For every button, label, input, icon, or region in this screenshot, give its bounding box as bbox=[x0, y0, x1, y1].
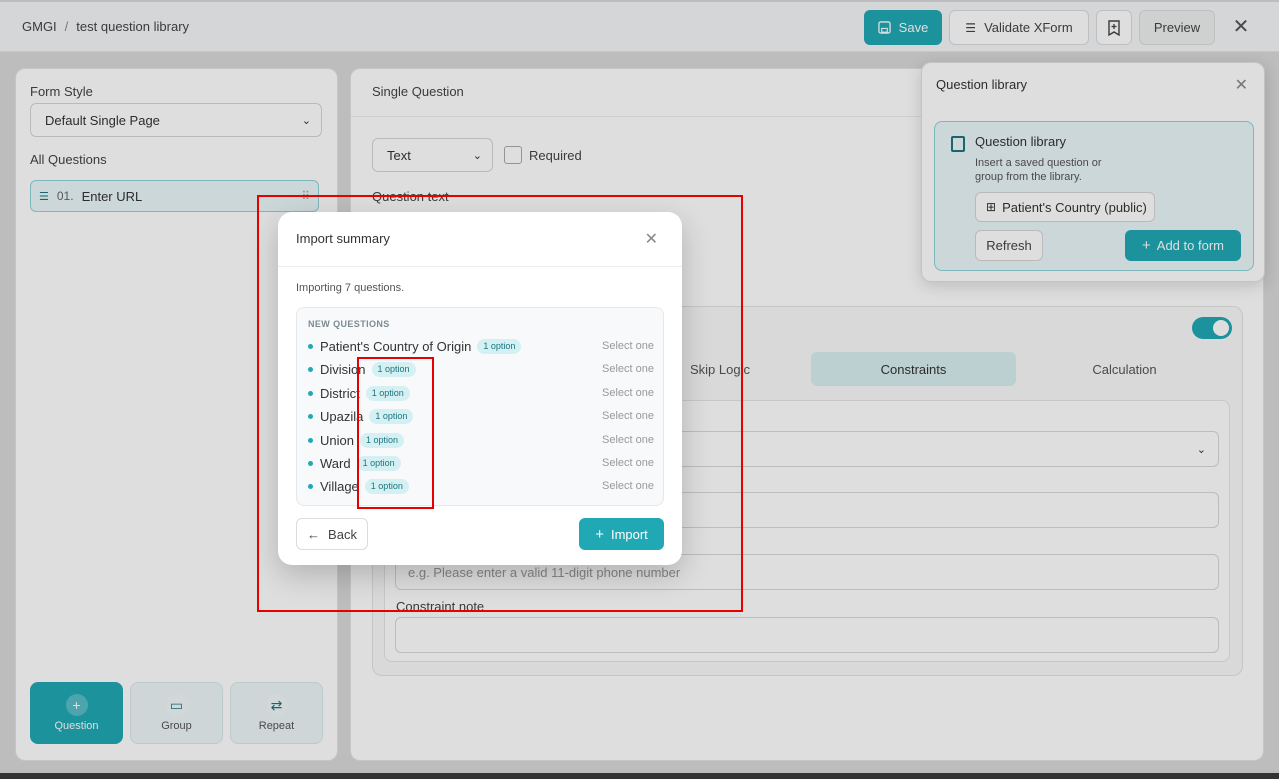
new-questions-list: NEW QUESTIONS Patient's Country of Origi… bbox=[296, 307, 664, 506]
new-questions-heading: NEW QUESTIONS bbox=[308, 319, 390, 329]
question-type: Select one bbox=[602, 480, 654, 492]
list-item: District 1 option Select one bbox=[308, 383, 654, 403]
option-count-badge: 1 option bbox=[364, 478, 409, 494]
bullet-icon bbox=[308, 366, 313, 372]
question-name: Union bbox=[320, 432, 354, 448]
list-item: Village 1 option Select one bbox=[308, 476, 654, 496]
modal-subtitle: Importing 7 questions. bbox=[296, 282, 405, 294]
option-count-badge: 1 option bbox=[359, 432, 404, 448]
question-name: Patient's Country of Origin bbox=[320, 338, 472, 354]
import-label: Import bbox=[610, 526, 648, 542]
question-name: District bbox=[320, 385, 360, 401]
list-item: Upazila 1 option Select one bbox=[308, 406, 654, 426]
option-count-badge: 1 option bbox=[477, 338, 522, 354]
list-item: Ward 1 option Select one bbox=[308, 453, 654, 473]
option-count-badge: 1 option bbox=[371, 361, 416, 377]
question-type: Select one bbox=[602, 457, 654, 469]
import-summary-modal: Import summary ✕ Importing 7 questions. … bbox=[278, 212, 682, 565]
list-item: Division 1 option Select one bbox=[308, 359, 654, 379]
question-name: Division bbox=[320, 361, 366, 377]
question-name: Village bbox=[320, 478, 359, 494]
bullet-icon bbox=[308, 413, 313, 419]
question-name: Ward bbox=[320, 455, 351, 471]
close-icon[interactable]: ✕ bbox=[645, 229, 658, 249]
import-button[interactable]: + Import bbox=[579, 518, 664, 550]
bullet-icon bbox=[308, 343, 313, 349]
modal-title: Import summary bbox=[296, 231, 390, 246]
bullet-icon bbox=[308, 390, 313, 396]
question-type: Select one bbox=[602, 434, 654, 446]
bullet-icon bbox=[308, 437, 313, 443]
question-name: Upazila bbox=[320, 408, 364, 424]
bullet-icon bbox=[308, 460, 313, 466]
plus-icon: + bbox=[595, 525, 604, 543]
option-count-badge: 1 option bbox=[356, 455, 401, 471]
list-item: Union 1 option Select one bbox=[308, 430, 654, 450]
back-label: Back bbox=[328, 526, 357, 542]
modal-divider bbox=[278, 266, 682, 267]
list-item: Patient's Country of Origin 1 option Sel… bbox=[308, 336, 654, 356]
back-button[interactable]: ← Back bbox=[296, 518, 368, 550]
bullet-icon bbox=[308, 483, 313, 489]
option-count-badge: 1 option bbox=[369, 408, 414, 424]
question-type: Select one bbox=[602, 410, 654, 422]
bottom-strip bbox=[0, 773, 1279, 779]
option-count-badge: 1 option bbox=[365, 385, 410, 401]
question-type: Select one bbox=[602, 363, 654, 375]
arrow-left-icon: ← bbox=[307, 526, 321, 542]
question-type: Select one bbox=[602, 340, 654, 352]
question-type: Select one bbox=[602, 387, 654, 399]
